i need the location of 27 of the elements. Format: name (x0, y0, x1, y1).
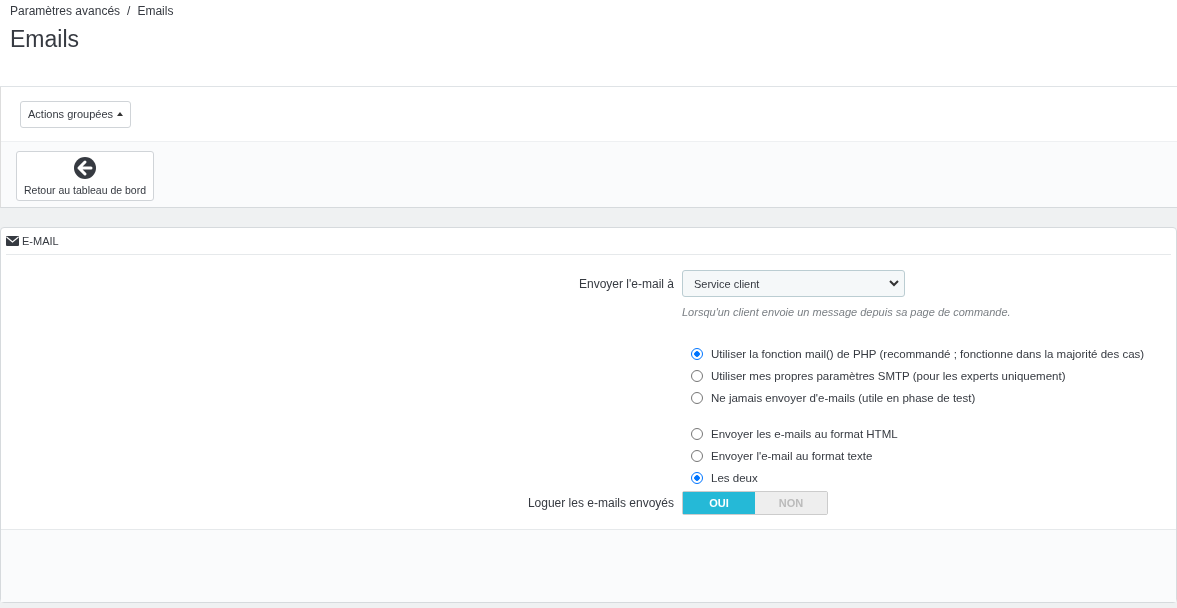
radio-button[interactable] (691, 472, 703, 484)
radio-option[interactable]: Les deux (691, 469, 1176, 487)
breadcrumb-link[interactable]: Paramètres avancés (10, 4, 121, 18)
recipient-dropdown[interactable]: Service client (682, 270, 905, 297)
caret-icon (117, 112, 123, 116)
left-arrow-circle-icon (74, 156, 96, 179)
breadcrumb-separator: / (127, 4, 131, 18)
radio-button[interactable] (691, 348, 703, 360)
field-label: Loguer les e-mails envoyés (526, 496, 675, 510)
radio-button[interactable] (691, 450, 703, 462)
panel-title: E-MAIL (22, 235, 59, 247)
breadcrumb-link[interactable]: Emails (137, 4, 174, 18)
field-label: Envoyer l'e-mail à (578, 276, 675, 291)
radio-button[interactable] (691, 370, 703, 382)
bulk-actions-button[interactable]: Actions groupées (20, 100, 131, 128)
radio-button[interactable] (691, 392, 703, 404)
radio-option[interactable]: Envoyer les e-mails au format HTML (691, 425, 1176, 443)
help-text: Lorsqu'un client envoie un message depuis sa page de commande. (682, 306, 1011, 318)
page-title: Emails (10, 26, 80, 53)
radio-option[interactable]: Ne jamais envoyer d'e-mails (utile en phase de test) (691, 389, 1176, 407)
envelope-icon (6, 236, 19, 246)
radio-option[interactable]: Envoyer l'e-mail au format texte (691, 447, 1176, 465)
radio-option[interactable]: Utiliser mes propres paramètres SMTP (pour les experts uniquement) (691, 367, 1176, 385)
radio-option[interactable]: Utiliser la fonction mail() de PHP (recommandé ; fonctionne dans la majorité des cas) (691, 345, 1176, 363)
chevron-down-icon (889, 280, 899, 287)
radio-button[interactable] (691, 428, 703, 440)
back-button[interactable]: Retour au tableau de bord (16, 151, 154, 201)
